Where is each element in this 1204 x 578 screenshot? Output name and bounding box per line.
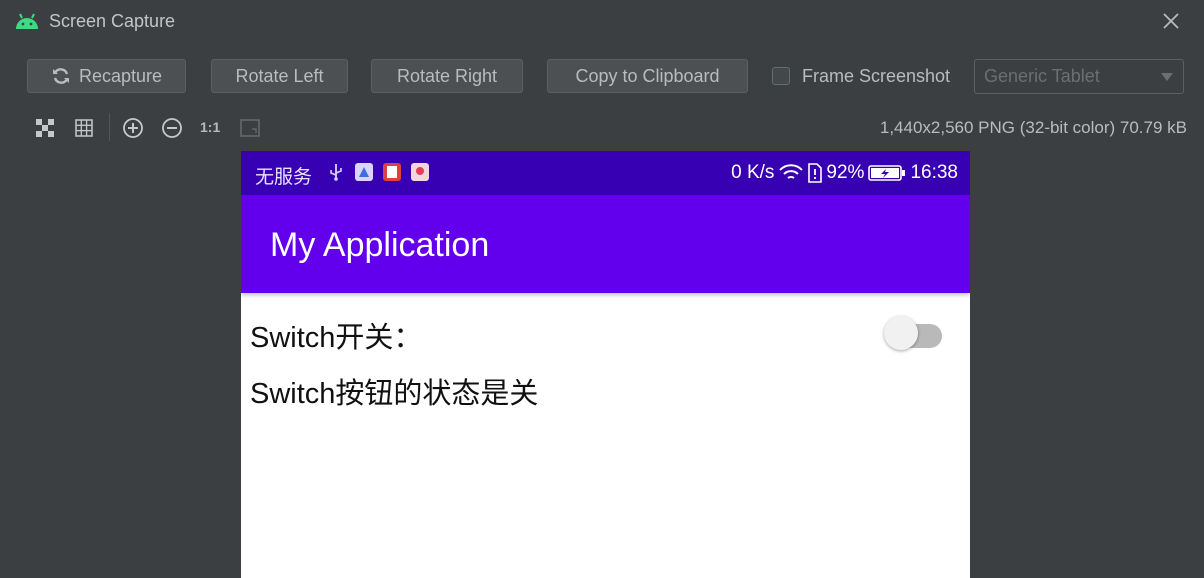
actual-size-button[interactable]: 1:1 — [200, 119, 220, 135]
zoom-out-icon[interactable] — [161, 117, 183, 139]
app-title: My Application — [270, 226, 490, 264]
switch-label: Switch开关： — [250, 322, 423, 354]
title-bar: Screen Capture — [0, 0, 1204, 44]
frame-screenshot-checkbox[interactable] — [772, 67, 790, 85]
device-select[interactable]: Generic Tablet — [974, 59, 1184, 94]
usb-icon — [330, 164, 342, 181]
checkerboard-icon[interactable] — [34, 117, 56, 139]
recapture-button[interactable]: Recapture — [27, 59, 186, 93]
rotate-left-button[interactable]: Rotate Left — [211, 59, 348, 93]
switch-thumb — [884, 316, 918, 350]
chevron-down-icon — [1161, 73, 1173, 81]
fit-screen-icon[interactable] — [239, 117, 261, 139]
close-icon[interactable] — [1160, 10, 1182, 32]
toggle-switch[interactable] — [884, 316, 942, 350]
copy-to-clipboard-label: Copy to Clipboard — [575, 65, 720, 86]
switch-state-text: Switch按钮的状态是关 — [250, 378, 539, 410]
battery-percent: 92% — [826, 162, 865, 183]
grid-icon[interactable] — [73, 117, 95, 139]
recapture-label: Recapture — [78, 65, 163, 86]
battery-charging-icon — [868, 165, 906, 181]
rotate-right-label: Rotate Right — [396, 65, 498, 86]
network-speed: 0 K/s — [731, 162, 775, 183]
android-icon — [16, 13, 38, 29]
app-bar: My Application — [241, 195, 970, 293]
status-bar: 无服务 0 K/s 92% 16:38 — [241, 151, 970, 195]
book-app-icon — [383, 163, 401, 181]
sim-alert-icon — [808, 163, 823, 183]
carrier-status: 无服务 — [255, 167, 313, 188]
zoom-in-icon[interactable] — [122, 117, 144, 139]
rotate-left-label: Rotate Left — [235, 65, 324, 86]
app-notification-icon — [355, 163, 373, 181]
wifi-icon — [779, 164, 804, 179]
clock: 16:38 — [910, 162, 958, 183]
image-info: 1,440x2,560 PNG (32-bit color) 70.79 kB — [879, 118, 1187, 137]
toolbar-separator — [109, 113, 110, 141]
device-select-value: Generic Tablet — [984, 66, 1100, 86]
copy-to-clipboard-button[interactable]: Copy to Clipboard — [547, 59, 748, 93]
frame-screenshot-label: Frame Screenshot — [802, 66, 951, 86]
window-title: Screen Capture — [49, 11, 176, 31]
refresh-icon — [52, 68, 69, 84]
rotate-right-button[interactable]: Rotate Right — [371, 59, 523, 93]
map-app-icon — [411, 163, 429, 181]
device-screenshot: 无服务 0 K/s 92% 16:38 My Application Switc… — [241, 151, 970, 578]
